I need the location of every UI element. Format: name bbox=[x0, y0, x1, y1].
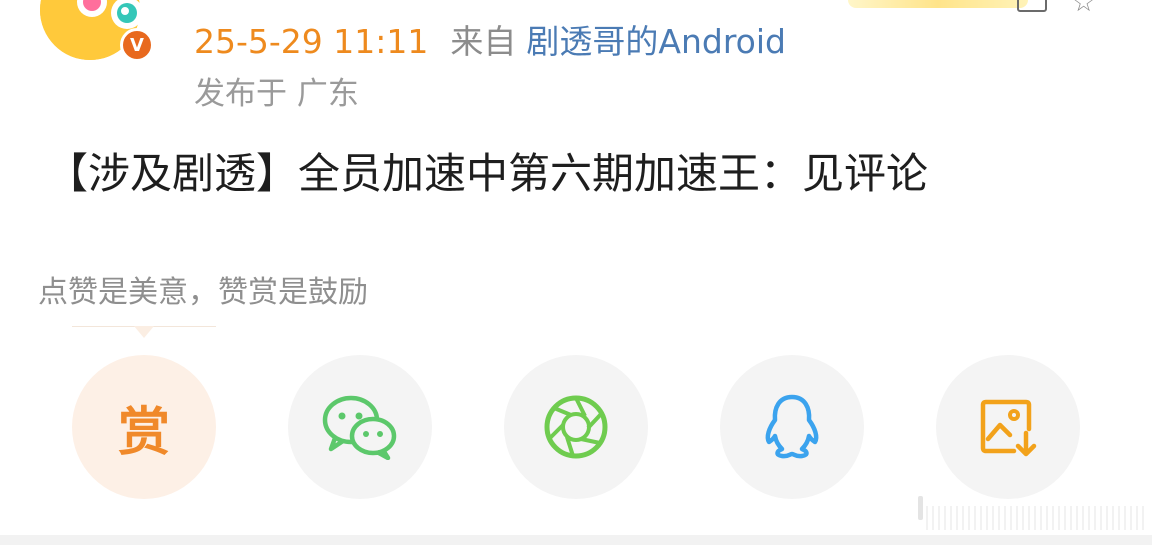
save-image-button[interactable] bbox=[936, 355, 1080, 499]
toolbar-lines-decoration bbox=[926, 506, 1146, 530]
wechat-icon bbox=[322, 395, 397, 460]
top-banner-decoration bbox=[848, 0, 1028, 8]
post-source-link[interactable]: 剧透哥的Android bbox=[526, 22, 786, 61]
post-location: 发布于 广东 bbox=[194, 76, 359, 112]
qq-penguin-icon bbox=[765, 394, 819, 459]
from-label: 来自 bbox=[450, 22, 517, 61]
verified-badge: V bbox=[120, 28, 154, 62]
scroll-grip bbox=[918, 496, 923, 520]
wechat-share-button[interactable] bbox=[288, 355, 432, 499]
post-text: 【涉及剧透】全员加速中第六期加速王：见评论 bbox=[46, 149, 929, 198]
reward-tip: 点赞是美意，赞赏是鼓励 bbox=[38, 275, 368, 310]
post-meta: 25-5-29 11:11 来自 剧透哥的Android bbox=[194, 22, 786, 62]
save-image-icon bbox=[980, 399, 1037, 457]
star-icon[interactable]: ☆ bbox=[1072, 0, 1095, 18]
weibo-post-page: ☆ V 25-5-29 11:11 来自 剧透哥的Android 发布于 广东 【涉… bbox=[0, 0, 1152, 545]
reward-icon: 赏 bbox=[117, 402, 170, 463]
bottom-divider bbox=[0, 535, 1152, 545]
moments-share-button[interactable] bbox=[504, 355, 648, 499]
moments-aperture-icon bbox=[544, 395, 608, 459]
bookmark-icon[interactable] bbox=[1017, 0, 1047, 12]
reward-pointer bbox=[72, 326, 216, 338]
avatar[interactable]: V bbox=[40, 0, 154, 62]
reward-button[interactable]: 赏 bbox=[72, 355, 216, 499]
post-time: 25-5-29 11:11 bbox=[194, 22, 429, 61]
qq-share-button[interactable] bbox=[720, 355, 864, 499]
